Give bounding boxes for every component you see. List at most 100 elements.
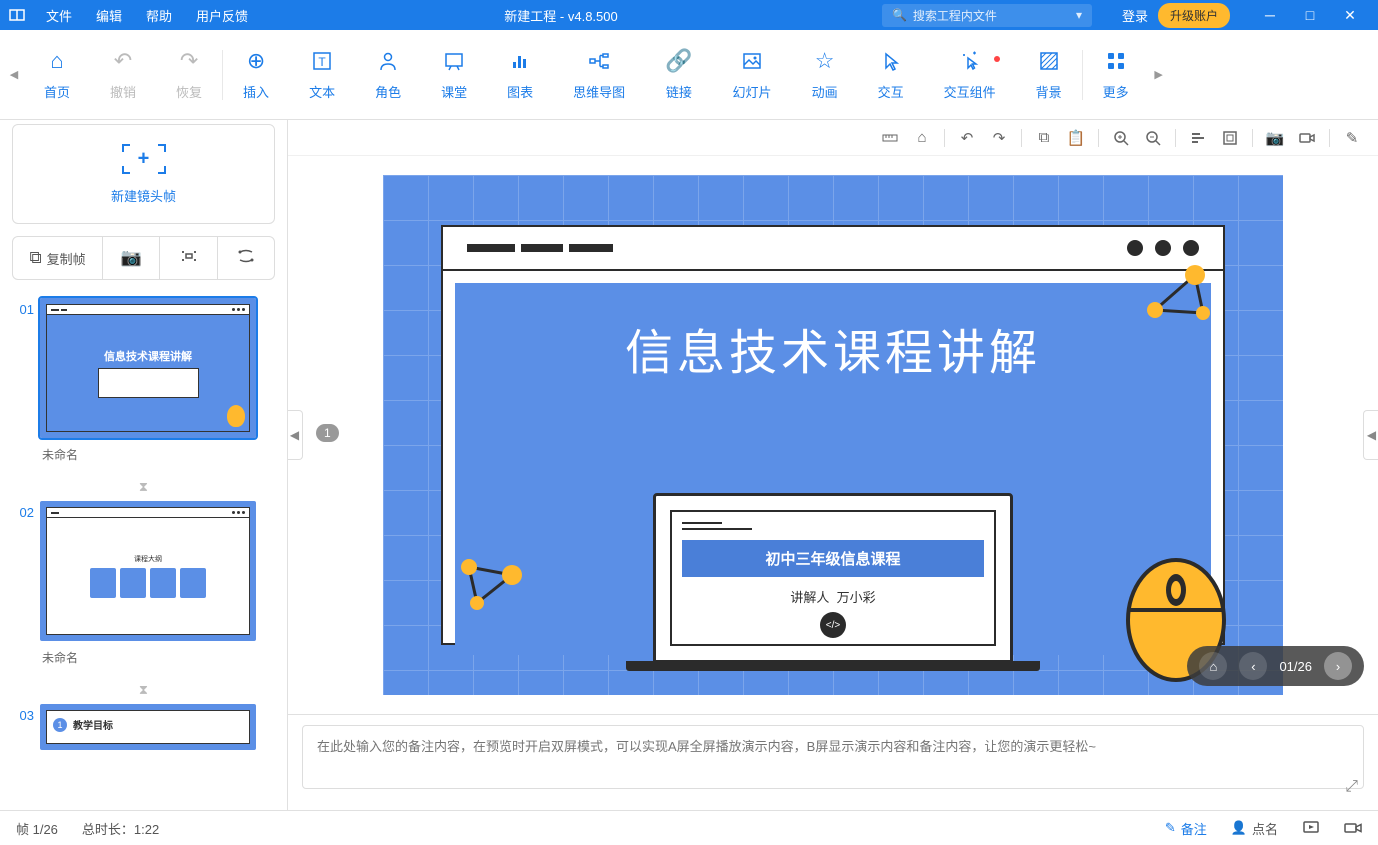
toolbar-undo[interactable]: ↶撤销 (90, 48, 156, 101)
canvas-toolbar: ⌂ ↶ ↷ ⧉ 📋 📷 ✎ (288, 120, 1378, 156)
main-area: + 新建镜头帧 ⧉复制帧 📷 01 (0, 120, 1378, 810)
transition-icon[interactable]: ⧗ (12, 678, 275, 702)
copy-button[interactable]: ⧉ (1030, 124, 1058, 152)
nav-next-button[interactable]: › (1324, 652, 1352, 680)
toolbar-slideshow[interactable]: 幻灯片 (713, 48, 792, 101)
paste-button[interactable]: 📋 (1062, 124, 1090, 152)
expand-notes-button[interactable]: ⤢ (1345, 778, 1358, 796)
toolbar-scroll-left[interactable]: ◀ (4, 35, 24, 115)
toolbar-chart[interactable]: 图表 (487, 48, 553, 101)
menu-feedback[interactable]: 用户反馈 (184, 6, 260, 25)
rollcall-button[interactable]: 👤点名 (1231, 819, 1278, 838)
slide-thumbnail[interactable]: 1 教学目标 (38, 702, 258, 752)
notes-icon: ✎ (1165, 820, 1176, 836)
window-minimize-button[interactable]: ─ (1250, 0, 1290, 30)
undo-button[interactable]: ↶ (953, 124, 981, 152)
slide-number: 02 (12, 499, 34, 520)
toolbar-link[interactable]: 🔗链接 (645, 48, 712, 101)
search-box[interactable]: 🔍 搜索工程内文件 ▾ (882, 4, 1092, 27)
undo-icon: ↶ (114, 48, 132, 74)
toolbar-character[interactable]: 角色 (355, 48, 421, 101)
slide-thumbnail[interactable]: 信息技术课程讲解 (38, 296, 258, 440)
new-frame-button[interactable]: + 新建镜头帧 (12, 124, 275, 224)
copy-frame-button[interactable]: ⧉复制帧 (13, 237, 102, 279)
slide-main-title: 信息技术课程讲解 (625, 313, 1041, 383)
record-button[interactable] (1344, 819, 1362, 837)
search-icon: 🔍 (892, 8, 907, 22)
zoom-out-button[interactable] (1139, 124, 1167, 152)
path-button[interactable] (217, 237, 274, 279)
laptop-graphic: 初中三年级信息课程 讲解人 万小彩 </> (653, 493, 1013, 671)
crop-button[interactable] (159, 237, 216, 279)
nav-prev-button[interactable]: ‹ (1239, 652, 1267, 680)
thumb-heading: 教学目标 (73, 717, 113, 732)
copy-frame-label: 复制帧 (47, 249, 86, 268)
zoom-in-button[interactable] (1107, 124, 1135, 152)
toolbar-scroll-right[interactable]: ▶ (1149, 35, 1169, 115)
notes-toggle-button[interactable]: ✎ 备注 (1165, 819, 1207, 838)
upgrade-button[interactable]: 升级账户 (1158, 3, 1230, 28)
chevron-down-icon: ▾ (1076, 8, 1082, 22)
camera-icon: 📷 (121, 248, 142, 268)
window-close-button[interactable]: ✕ (1330, 0, 1370, 30)
collapse-right-panel[interactable]: ◀ (1363, 410, 1378, 460)
slide-title: 未命名 (38, 643, 275, 672)
new-frame-icon: + (114, 144, 174, 174)
collapse-left-panel[interactable]: ◀ (288, 410, 303, 460)
present-button[interactable] (1302, 819, 1320, 837)
menu-file[interactable]: 文件 (34, 6, 84, 25)
notes-area: ⤢ (288, 714, 1378, 810)
toolbar-interaction[interactable]: 交互 (858, 48, 924, 101)
main-toolbar: ◀ ⌂首页 ↶撤销 ↷恢复 ⊕插入 T文本 角色 课堂 图表 思维导图 🔗链接 … (0, 30, 1378, 120)
subtitle-text: 初中三年级信息课程 (682, 540, 984, 577)
canvas-viewport[interactable]: ◀ ◀ 1 信息技术课程讲解 (288, 156, 1378, 714)
login-link[interactable]: 登录 (1112, 6, 1158, 25)
mindmap-icon (588, 48, 610, 74)
slides-list: 01 信息技术课程讲解 (12, 296, 275, 752)
main-slide[interactable]: 信息技术课程讲解 初中三年级信息课程 讲解人 万小彩 (383, 175, 1283, 695)
chart-icon (509, 48, 531, 74)
window-title: 新建工程 - v4.8.500 (504, 6, 617, 25)
slide-item: 01 信息技术课程讲解 (12, 296, 275, 469)
reset-view-button[interactable]: ⌂ (908, 124, 936, 152)
menu-edit[interactable]: 编辑 (84, 6, 134, 25)
toolbar-classroom[interactable]: 课堂 (421, 48, 487, 101)
redo-button[interactable]: ↷ (985, 124, 1013, 152)
person-icon: 👤 (1231, 820, 1247, 836)
presenter-text: 讲解人 万小彩 (682, 587, 984, 606)
slide-item: 03 1 教学目标 (12, 702, 275, 752)
cursor-icon (880, 48, 902, 74)
toolbar-background[interactable]: 背景 (1016, 48, 1082, 101)
code-badge-icon: </> (820, 612, 846, 638)
record-button[interactable] (1293, 124, 1321, 152)
slide-number: 03 (12, 702, 34, 723)
toolbar-text[interactable]: T文本 (289, 48, 355, 101)
transition-icon[interactable]: ⧗ (12, 475, 275, 499)
path-icon (237, 247, 255, 270)
notes-input[interactable] (302, 725, 1364, 789)
toolbar-home[interactable]: ⌂首页 (24, 48, 90, 101)
notes-toggle-label: 备注 (1181, 819, 1207, 838)
triangle-decoration-icon (1145, 265, 1215, 325)
slide-item: 02 课程大纲 (12, 499, 275, 672)
screenshot-button[interactable]: 📷 (1261, 124, 1289, 152)
camera-button[interactable]: 📷 (102, 237, 159, 279)
toolbar-redo[interactable]: ↷恢复 (156, 48, 222, 101)
slide-navigation: ⌂ ‹ 01/26 › (1187, 646, 1364, 686)
nav-home-button[interactable]: ⌂ (1199, 652, 1227, 680)
ruler-button[interactable] (876, 124, 904, 152)
edit-button[interactable]: ✎ (1338, 124, 1366, 152)
slide-thumbnail[interactable]: 课程大纲 (38, 499, 258, 643)
link-icon: 🔗 (665, 48, 692, 74)
window-maximize-button[interactable]: □ (1290, 0, 1330, 30)
fit-button[interactable] (1216, 124, 1244, 152)
toolbar-insert[interactable]: ⊕插入 (223, 48, 289, 101)
toolbar-more[interactable]: 更多 (1083, 48, 1149, 101)
toolbar-interactive-widget[interactable]: 交互组件 (924, 48, 1016, 101)
menu-help[interactable]: 帮助 (134, 6, 184, 25)
toolbar-mindmap[interactable]: 思维导图 (553, 48, 645, 101)
toolbar-animation[interactable]: ☆动画 (792, 48, 858, 101)
hatch-icon (1038, 48, 1060, 74)
triangle-decoration-icon (457, 555, 527, 615)
align-button[interactable] (1184, 124, 1212, 152)
